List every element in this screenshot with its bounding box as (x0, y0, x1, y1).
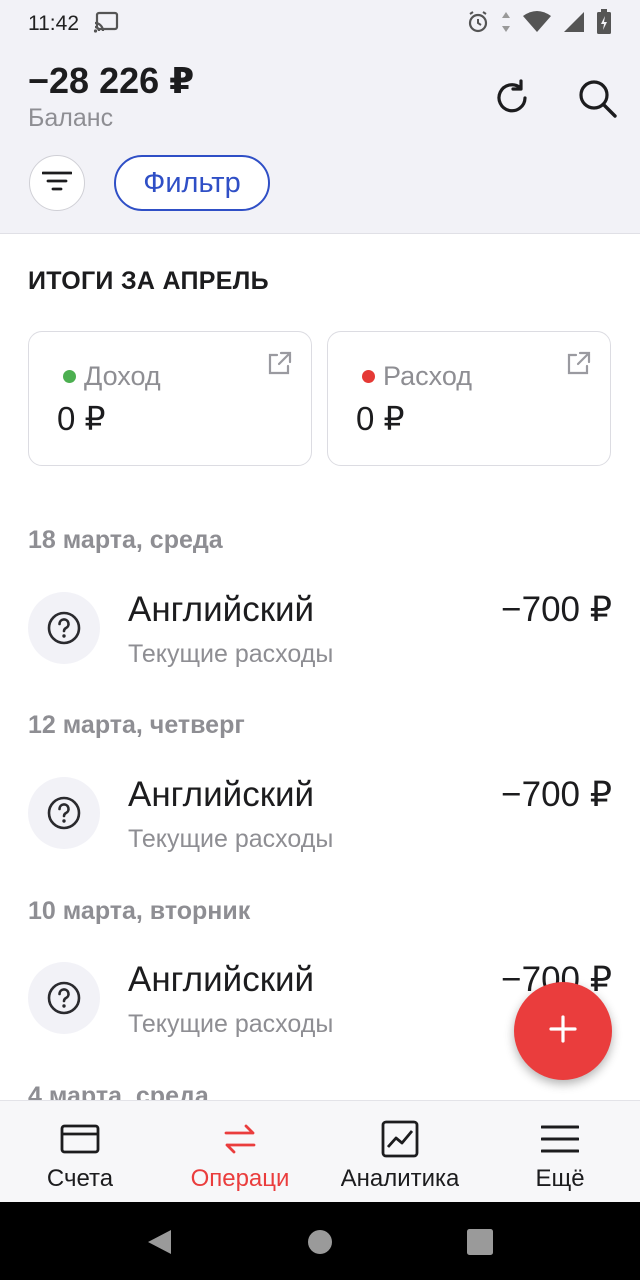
alarm-icon (466, 10, 490, 39)
recents-icon[interactable] (466, 1228, 494, 1261)
external-link-icon (566, 350, 592, 376)
date-header: 12 марта, четверг (28, 711, 245, 739)
income-value: 0 ₽ (57, 400, 106, 437)
expense-dot (362, 370, 375, 383)
cast-icon (93, 11, 119, 38)
expense-card[interactable]: Расход 0 ₽ (327, 331, 611, 466)
back-icon[interactable] (145, 1228, 173, 1261)
unknown-category-icon (28, 777, 100, 849)
home-icon[interactable] (307, 1228, 333, 1261)
income-card[interactable]: Доход 0 ₽ (28, 331, 312, 466)
expense-value: 0 ₽ (356, 400, 405, 437)
data-arrows-icon (500, 10, 512, 39)
unknown-category-icon (28, 962, 100, 1034)
nav-label: Ещё (535, 1165, 585, 1192)
transaction-title: Английский (128, 960, 315, 999)
system-nav-bar (0, 1202, 640, 1280)
transaction-category: Текущие расходы (128, 825, 334, 853)
plus-icon (548, 1014, 578, 1049)
battery-icon (596, 8, 612, 40)
status-time: 11:42 (28, 12, 79, 35)
signal-icon (562, 10, 586, 39)
nav-label: Операци (190, 1165, 290, 1192)
balance-label: Баланс (28, 104, 114, 132)
menu-icon (538, 1119, 582, 1159)
search-icon[interactable] (575, 76, 619, 120)
header: −28 226 ₽ Баланс Фильтр (0, 48, 640, 234)
transaction-title: Английский (128, 590, 315, 629)
filter-chip-button[interactable]: Фильтр (114, 155, 270, 211)
nav-item-more[interactable]: Ещё (480, 1101, 640, 1203)
transaction-amount: −700 ₽ (501, 775, 612, 814)
transaction-amount: −700 ₽ (501, 590, 612, 629)
transaction-category: Текущие расходы (128, 640, 334, 668)
nav-label: Аналитика (340, 1165, 460, 1192)
transaction-row[interactable]: Английский Текущие расходы −700 ₽ (0, 775, 640, 877)
sort-filter-button[interactable] (29, 155, 85, 211)
filter-lines-icon (41, 170, 73, 197)
add-operation-button[interactable] (514, 982, 612, 1080)
card-icon (58, 1119, 102, 1159)
wifi-icon (522, 10, 552, 39)
income-label: Доход (84, 361, 161, 391)
transaction-title: Английский (128, 775, 315, 814)
chart-icon (378, 1119, 422, 1159)
nav-item-accounts[interactable]: Счета (0, 1101, 160, 1203)
nav-label: Счета (46, 1165, 114, 1192)
transaction-row[interactable]: Английский Текущие расходы −700 ₽ (0, 590, 640, 692)
date-header: 10 марта, вторник (28, 897, 251, 925)
nav-item-operations[interactable]: Операци (160, 1101, 320, 1203)
refresh-icon[interactable] (490, 76, 534, 120)
summary-title: ИТОГИ ЗА АПРЕЛЬ (28, 267, 269, 295)
transaction-category: Текущие расходы (128, 1010, 334, 1038)
status-bar: 11:42 (0, 0, 640, 48)
date-header: 18 марта, среда (28, 526, 223, 554)
unknown-category-icon (28, 592, 100, 664)
transfer-arrows-icon (218, 1119, 262, 1159)
bottom-nav: Счета Операци Аналитика Ещё (0, 1100, 640, 1202)
expense-label: Расход (383, 361, 473, 391)
balance-amount: −28 226 ₽ (28, 60, 195, 101)
income-dot (63, 370, 76, 383)
nav-item-analytics[interactable]: Аналитика (320, 1101, 480, 1203)
external-link-icon (267, 350, 293, 376)
